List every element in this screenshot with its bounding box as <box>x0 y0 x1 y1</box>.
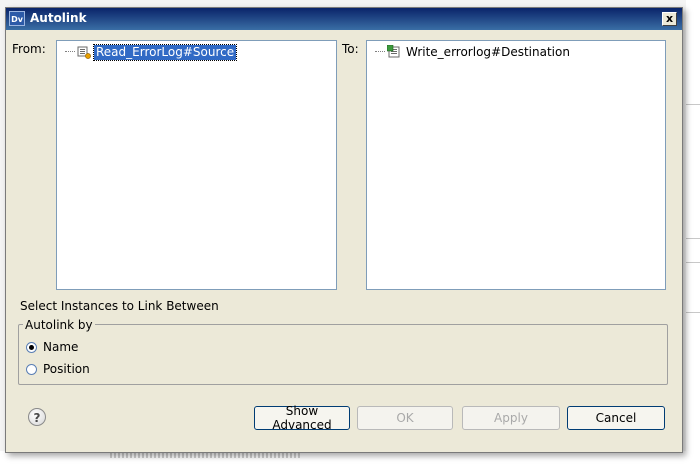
autolink-group-legend: Autolink by <box>23 318 95 332</box>
radio-label: Name <box>43 340 79 354</box>
ok-button[interactable]: OK <box>357 406 453 430</box>
radio-label: Position <box>43 362 90 376</box>
autolink-group <box>18 324 668 385</box>
app-icon: Dv <box>9 11 25 26</box>
background-divider <box>686 312 700 313</box>
destination-node-icon <box>386 44 401 59</box>
tree-item-source[interactable]: Read_ErrorLog#Source <box>65 43 238 61</box>
tree-item-label: Read_ErrorLog#Source <box>92 43 238 61</box>
tree-item-label: Write_errorlog#Destination <box>406 44 570 59</box>
instructions-text: Select Instances to Link Between <box>20 299 219 313</box>
background-bottom-edge <box>0 451 700 466</box>
show-advanced-button[interactable]: Show Advanced <box>254 404 350 432</box>
source-node-icon <box>77 45 91 59</box>
to-tree[interactable]: Write_errorlog#Destination <box>366 40 666 290</box>
to-label: To: <box>342 42 359 56</box>
from-tree[interactable]: Read_ErrorLog#Source <box>56 40 337 290</box>
tree-connector <box>375 51 385 53</box>
radio-name[interactable]: Name <box>26 340 78 354</box>
help-icon[interactable]: ? <box>28 408 46 426</box>
window-title: Autolink <box>30 11 87 25</box>
radio-checked-icon[interactable] <box>26 341 37 353</box>
tree-connector <box>65 51 75 53</box>
background-divider <box>686 238 700 239</box>
title-bar[interactable]: Dv Autolink x <box>6 8 682 30</box>
close-button[interactable]: x <box>662 12 677 26</box>
background-divider <box>686 104 700 105</box>
tree-item-destination[interactable]: Write_errorlog#Destination <box>375 44 572 60</box>
background-divider <box>686 262 700 263</box>
background-right-edge <box>686 0 700 466</box>
radio-position[interactable]: Position <box>26 362 90 376</box>
radio-unchecked-icon[interactable] <box>26 363 37 375</box>
from-label: From: <box>12 42 46 56</box>
apply-button[interactable]: Apply <box>462 406 560 430</box>
autolink-dialog: Dv Autolink x From: Read_ErrorLog#Source… <box>5 7 683 453</box>
cancel-button[interactable]: Cancel <box>567 406 665 430</box>
